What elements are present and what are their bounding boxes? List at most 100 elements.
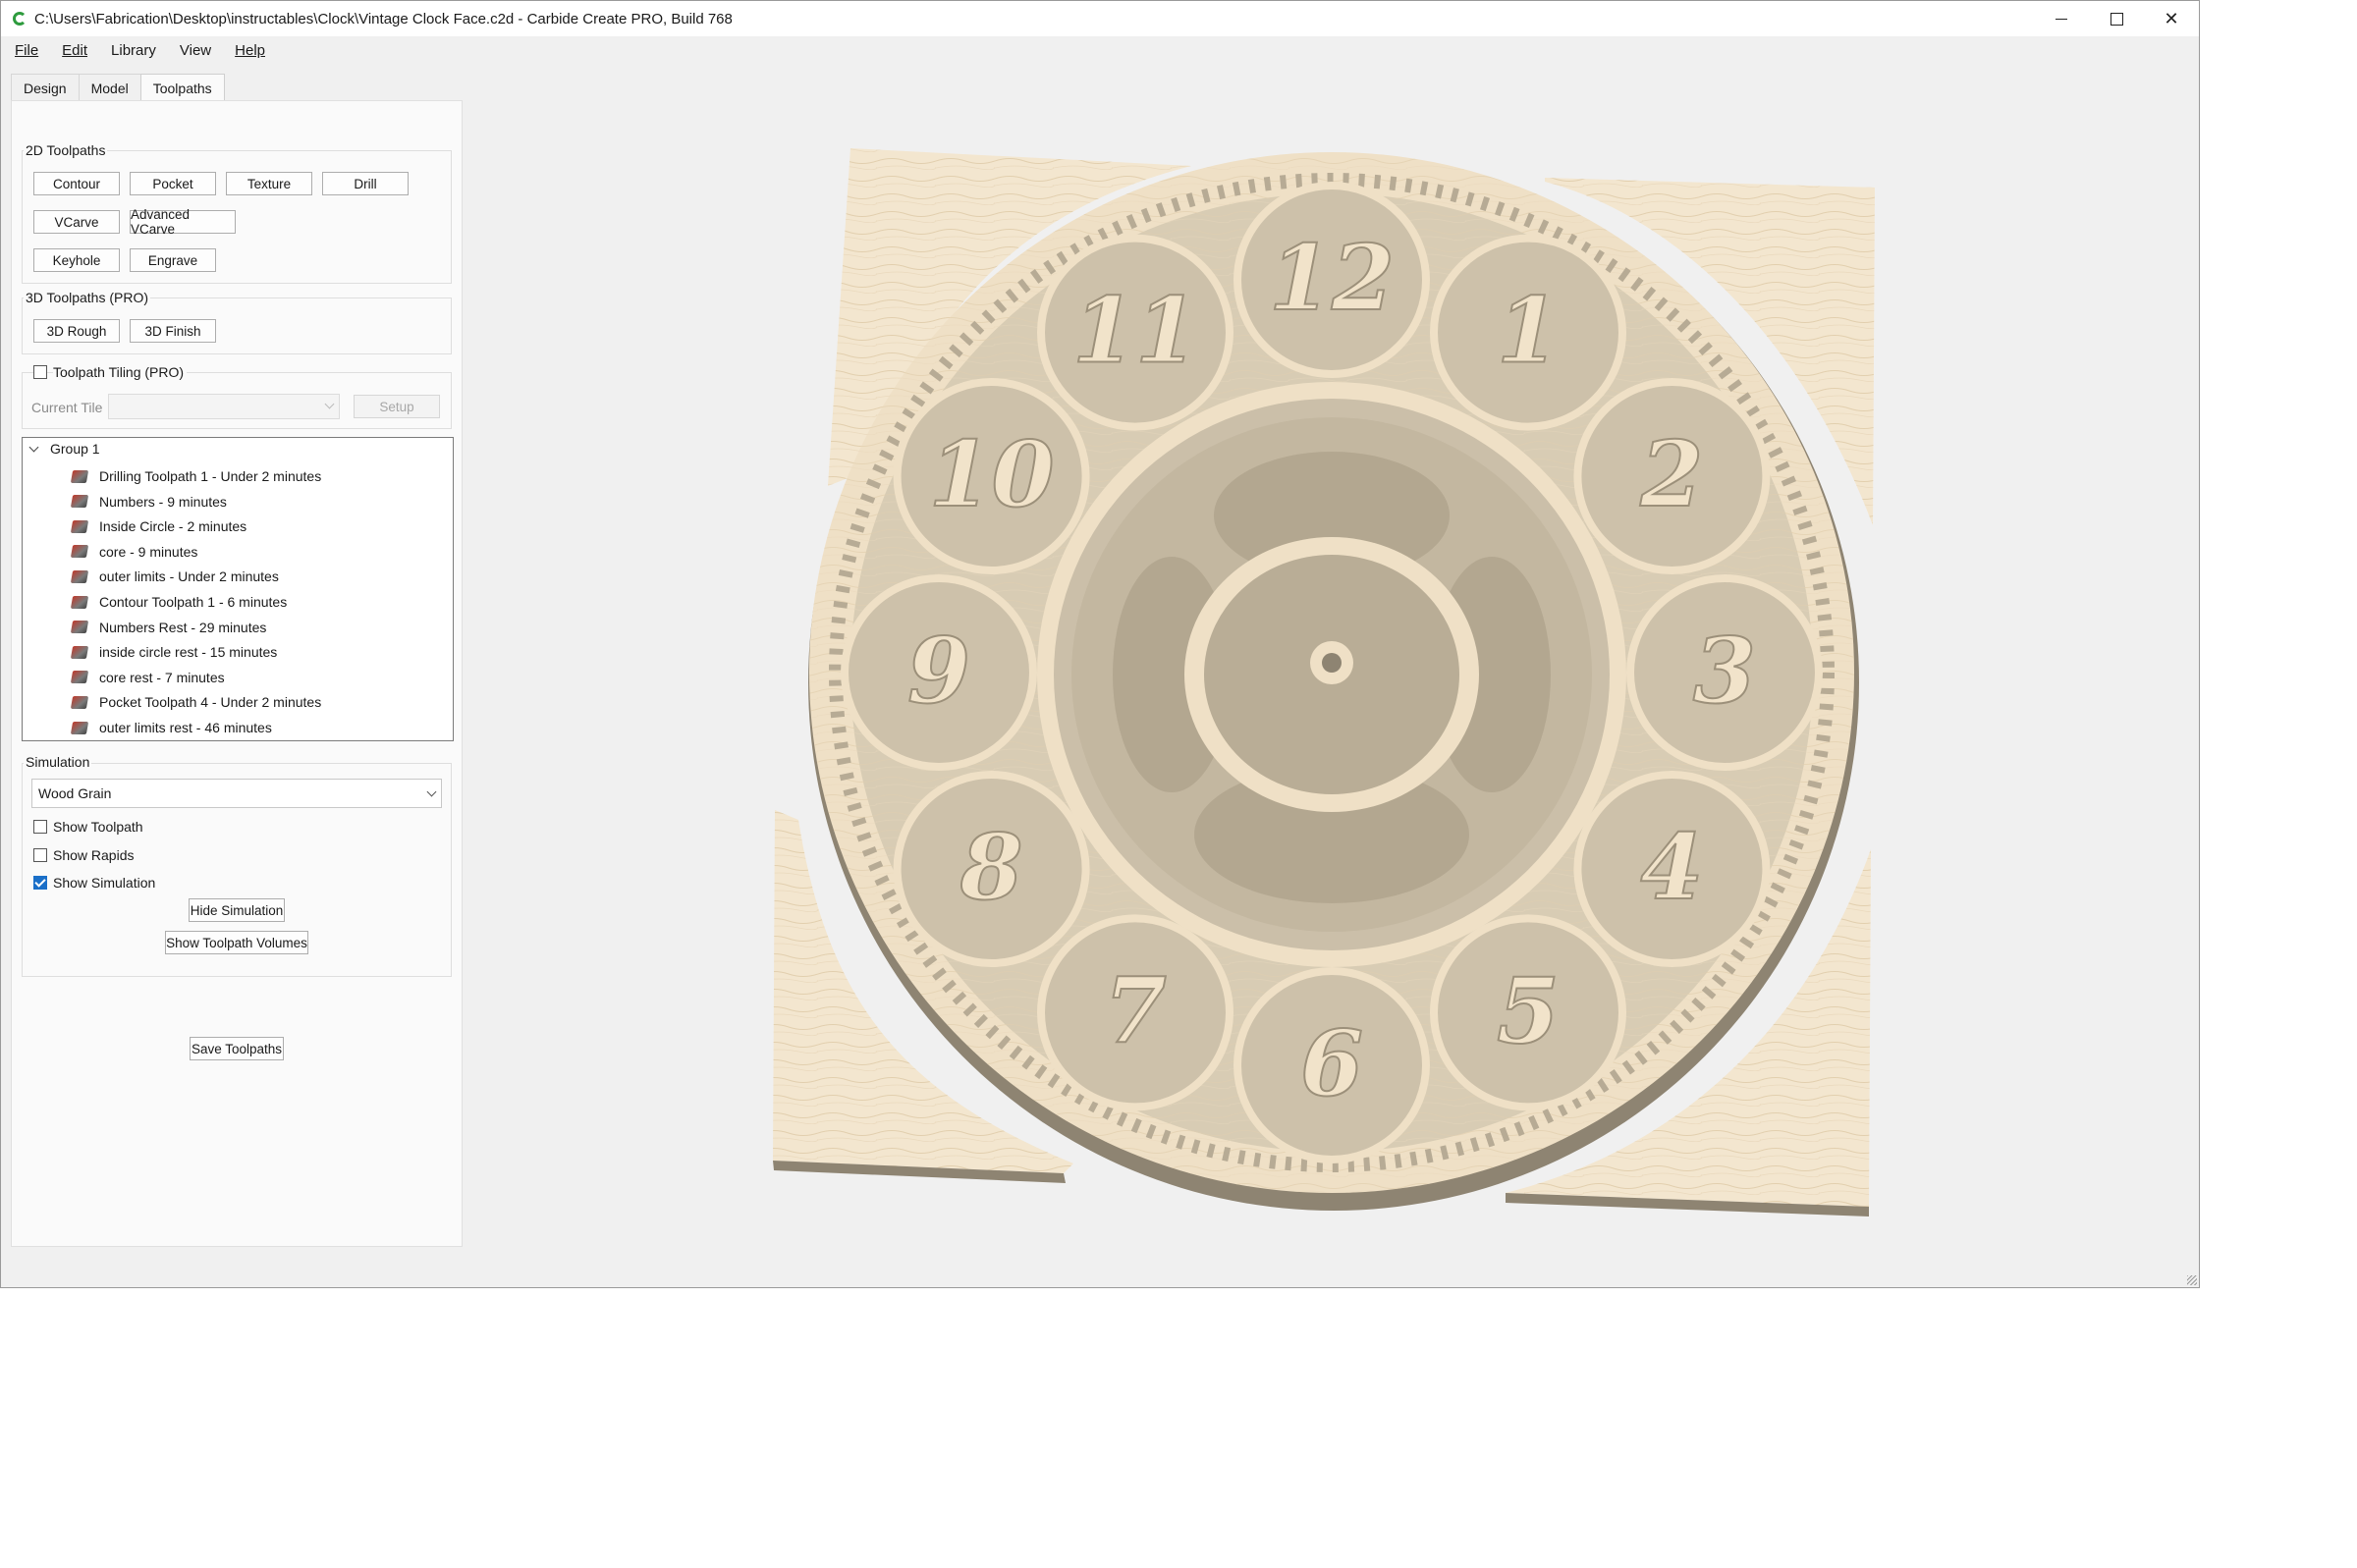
window-title: C:\Users\Fabrication\Desktop\instructabl…: [34, 10, 733, 27]
clock-numeral: 3: [1693, 618, 1756, 724]
toolpath-icon: [70, 469, 89, 483]
vcarve-button[interactable]: VCarve: [33, 210, 120, 234]
menu-edit-label: Edit: [62, 41, 88, 59]
clock-numeral: 4: [1640, 814, 1703, 920]
toolpath-tree-item-label: Numbers Rest - 29 minutes: [99, 619, 267, 635]
menu-view[interactable]: View: [180, 40, 211, 61]
clock-numeral: 7: [1104, 957, 1167, 1063]
toolpath-tree-item-label: Drilling Toolpath 1 - Under 2 minutes: [99, 468, 322, 484]
show-toolpath-label: Show Toolpath: [53, 819, 143, 835]
toolpath-tree[interactable]: Group 1 Drilling Toolpath 1 - Under 2 mi…: [22, 437, 454, 741]
tree-group-label[interactable]: Group 1: [50, 441, 100, 457]
toolpath-tree-item-label: core rest - 7 minutes: [99, 669, 225, 685]
clock-numeral: 2: [1639, 421, 1703, 527]
chevron-down-icon: [426, 786, 437, 797]
toolpath-tree-item-label: Inside Circle - 2 minutes: [99, 518, 247, 535]
current-tile-select[interactable]: [108, 394, 340, 419]
simulation-viewport[interactable]: 12 1 2 3 4 5 6 7 8 9 10 11: [465, 64, 2199, 1287]
menu-bar: File Edit Library View Help: [1, 36, 2199, 64]
clock-face-simulation[interactable]: 12 12 3 45 6 78 9 1011: [465, 64, 2199, 1287]
tile-setup-button[interactable]: Setup: [354, 395, 440, 418]
minimize-icon: [2056, 18, 2067, 20]
toolpath-icon: [70, 671, 89, 684]
close-button[interactable]: ✕: [2144, 1, 2199, 36]
hide-simulation-button[interactable]: Hide Simulation: [189, 898, 285, 922]
toolpath-tree-item[interactable]: outer limits - Under 2 minutes: [70, 565, 279, 588]
tab-model[interactable]: Model: [78, 74, 141, 101]
texture-button[interactable]: Texture: [226, 172, 312, 195]
menu-view-label: View: [179, 41, 212, 59]
mode-tabs: Design Model Toolpaths: [11, 74, 225, 101]
show-toolpath-volumes-button[interactable]: Show Toolpath Volumes: [165, 931, 308, 954]
maximize-button[interactable]: [2089, 1, 2144, 36]
close-icon: ✕: [2164, 8, 2179, 28]
menu-help-label: Help: [235, 41, 265, 59]
show-rapids-checkbox[interactable]: [33, 848, 47, 862]
tab-design[interactable]: Design: [11, 74, 80, 101]
tab-toolpaths[interactable]: Toolpaths: [139, 74, 225, 101]
toolpath-icon: [70, 595, 89, 609]
app-window: C:\Users\Fabrication\Desktop\instructabl…: [0, 0, 2200, 1288]
clock-numeral: 5: [1497, 957, 1560, 1063]
material-select[interactable]: Wood Grain: [31, 779, 442, 808]
menu-file[interactable]: File: [15, 40, 38, 61]
clock-numeral: 12: [1269, 225, 1395, 331]
menu-help[interactable]: Help: [235, 40, 265, 61]
clock-numeral: 10: [929, 421, 1055, 527]
clock-numeral: 11: [1072, 278, 1198, 384]
group-3d-title: 3D Toolpaths (PRO): [24, 290, 151, 305]
current-tile-label: Current Tile: [31, 400, 103, 415]
show-simulation-label: Show Simulation: [53, 875, 156, 891]
contour-button[interactable]: Contour: [33, 172, 120, 195]
3d-finish-button[interactable]: 3D Finish: [130, 319, 216, 343]
toolpath-tree-item[interactable]: Numbers - 9 minutes: [70, 490, 227, 514]
menu-edit[interactable]: Edit: [62, 40, 87, 61]
title-bar[interactable]: C:\Users\Fabrication\Desktop\instructabl…: [1, 1, 2199, 36]
menu-library[interactable]: Library: [111, 40, 156, 61]
menu-library-label: Library: [111, 41, 156, 59]
clock-numeral: 1: [1497, 278, 1560, 384]
toolpath-icon: [70, 721, 89, 734]
toolpath-tree-item[interactable]: core rest - 7 minutes: [70, 666, 225, 689]
pocket-button[interactable]: Pocket: [130, 172, 216, 195]
drill-button[interactable]: Drill: [322, 172, 409, 195]
toolpath-tree-item-label: Pocket Toolpath 4 - Under 2 minutes: [99, 694, 322, 711]
carbide-logo-icon: [13, 12, 27, 26]
toolpath-icon: [70, 695, 89, 709]
toolpath-tree-item-label: outer limits - Under 2 minutes: [99, 568, 279, 585]
chevron-down-icon: [324, 399, 335, 409]
maximize-icon: [2110, 12, 2123, 26]
3d-rough-button[interactable]: 3D Rough: [33, 319, 120, 343]
toolpath-tree-item[interactable]: Drilling Toolpath 1 - Under 2 minutes: [70, 464, 322, 488]
toolpath-tree-item[interactable]: Pocket Toolpath 4 - Under 2 minutes: [70, 690, 322, 714]
material-select-value: Wood Grain: [38, 785, 112, 801]
toolpath-icon: [70, 645, 89, 659]
toolpath-tree-item-label: outer limits rest - 46 minutes: [99, 720, 272, 735]
toolpath-tree-item-label: Contour Toolpath 1 - 6 minutes: [99, 594, 288, 610]
show-rapids-label: Show Rapids: [53, 847, 135, 863]
toolpaths-panel: 2D Toolpaths Contour Pocket Texture Dril…: [11, 100, 463, 1247]
toolpath-icon: [70, 621, 89, 634]
toolpath-tree-item[interactable]: outer limits rest - 46 minutes: [70, 716, 272, 739]
minimize-button[interactable]: [2034, 1, 2089, 36]
engrave-button[interactable]: Engrave: [130, 248, 216, 272]
keyhole-button[interactable]: Keyhole: [33, 248, 120, 272]
clock-numeral: 8: [959, 814, 1023, 920]
toolpath-tree-item[interactable]: Numbers Rest - 29 minutes: [70, 616, 267, 639]
toolpath-tree-item[interactable]: inside circle rest - 15 minutes: [70, 640, 277, 664]
toolpath-tree-item[interactable]: core - 9 minutes: [70, 540, 198, 564]
advanced-vcarve-button[interactable]: Advanced VCarve: [130, 207, 236, 237]
toolpath-tree-item[interactable]: Contour Toolpath 1 - 6 minutes: [70, 590, 288, 614]
resize-grip-icon[interactable]: [2187, 1275, 2197, 1285]
toolpath-tree-item-label: core - 9 minutes: [99, 543, 198, 560]
chevron-down-icon[interactable]: [28, 442, 39, 453]
toolpath-tree-item-label: Numbers - 9 minutes: [99, 493, 227, 510]
toolpath-tiling-checkbox[interactable]: [33, 365, 47, 379]
group-2d-title: 2D Toolpaths: [24, 142, 108, 158]
toolpath-icon: [70, 495, 89, 509]
show-toolpath-checkbox[interactable]: [33, 820, 47, 834]
show-simulation-checkbox[interactable]: [33, 876, 47, 890]
save-toolpaths-button[interactable]: Save Toolpaths: [190, 1037, 284, 1060]
menu-file-label: File: [15, 41, 39, 59]
toolpath-tree-item[interactable]: Inside Circle - 2 minutes: [70, 514, 247, 538]
